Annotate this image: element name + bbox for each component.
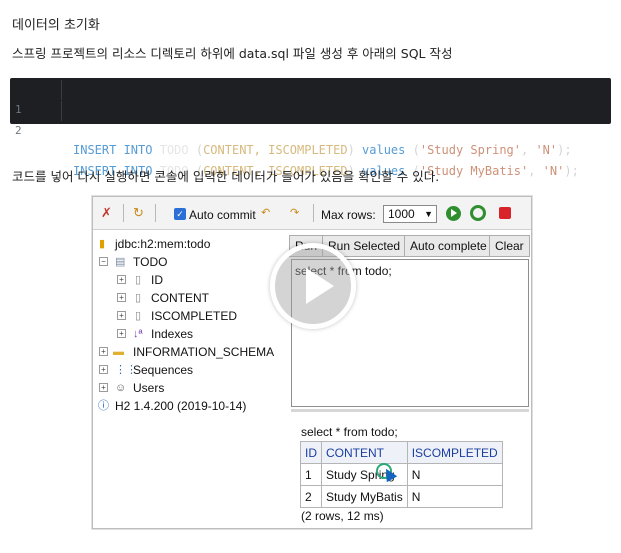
info-icon: ⓘ — [98, 400, 109, 412]
sql-string: 'N' — [535, 143, 558, 157]
table-icon: ▤ — [115, 256, 126, 268]
refresh-icon[interactable]: ↻ — [133, 206, 144, 220]
section-heading: 데이터의 초기화 — [12, 18, 100, 33]
table-cell: 1 — [300, 463, 322, 486]
schema-tree: ▮ jdbc:h2:mem:todo − ▤ TODO + ▯ ID + ▯ C… — [98, 237, 275, 413]
line-number: 2 — [15, 124, 22, 137]
max-rows-select[interactable]: 1000 ▼ — [383, 205, 437, 223]
rollback-icon[interactable]: ↶ — [261, 206, 270, 220]
result-description-text: 코드를 넣어 다시 실행하면 콘솔에 입력한 데이터가 들어가 있음을 확인할 … — [12, 169, 440, 184]
splitter-handle[interactable] — [291, 409, 529, 412]
table-cell: N — [406, 463, 503, 486]
table-cell: 2 — [300, 485, 322, 508]
expand-icon[interactable]: + — [99, 347, 108, 356]
table-row: 2 Study MyBatis N — [300, 485, 503, 508]
max-rows-label: Max rows: — [321, 208, 376, 222]
column-icon: ▯ — [135, 292, 142, 304]
instruction-text: 스프링 프로젝트의 리소스 디렉토리 하위에 data.sql 파일 생성 후 … — [12, 46, 453, 61]
search-icon[interactable] — [470, 205, 486, 221]
code-line: 2 INSERT INTO TODO (CONTENT, ISCOMPLETED… — [10, 101, 611, 178]
run-icon[interactable] — [446, 206, 461, 221]
auto-complete-button[interactable]: Auto complete — [404, 235, 493, 257]
expand-icon[interactable]: + — [117, 329, 126, 338]
column-header: ISCOMPLETED — [406, 441, 503, 464]
column-header: ID — [300, 441, 322, 464]
auto-commit-checkbox[interactable]: ✓ — [174, 208, 186, 220]
sql-columns: CONTENT, ISCOMPLETED — [203, 143, 348, 157]
table-header-row: ID CONTENT ISCOMPLETED — [300, 441, 503, 464]
h2-toolbar: ✗ ↻ ✓ Auto commit ↶ ↷ Max rows: 1000 ▼ — [93, 197, 531, 230]
column-icon: ▯ — [135, 310, 142, 322]
folder-icon: ▬ — [113, 346, 124, 358]
table-row: 1 Study Spring N — [300, 463, 503, 486]
clear-button[interactable]: Clear — [489, 235, 530, 257]
sort-icon: ↓ª — [133, 328, 143, 340]
result-table: ID CONTENT ISCOMPLETED 1 Study Spring N … — [300, 441, 503, 508]
auto-commit-label: Auto commit — [189, 208, 256, 222]
sql-keyword: values — [362, 143, 406, 157]
column-header: CONTENT — [321, 441, 408, 464]
video-play-icon[interactable] — [270, 243, 356, 329]
result-query-text: select * from todo; — [301, 425, 398, 439]
commit-icon[interactable]: ↷ — [290, 206, 299, 220]
collapse-icon[interactable]: − — [99, 257, 108, 266]
expand-icon[interactable]: + — [117, 293, 126, 302]
chevron-down-icon: ▼ — [424, 209, 433, 219]
sql-string: 'Study Spring' — [419, 143, 521, 157]
sql-table: TODO — [159, 143, 189, 157]
result-footer-text: (2 rows, 12 ms) — [301, 509, 384, 523]
expand-icon[interactable]: + — [99, 365, 108, 374]
database-icon: ▮ — [99, 238, 106, 250]
expand-icon[interactable]: + — [117, 275, 126, 284]
expand-icon[interactable]: + — [99, 383, 108, 392]
expand-icon[interactable]: + — [117, 311, 126, 320]
code-block: 1 INSERT INTO TODO (CONTENT, ISCOMPLETED… — [10, 78, 611, 178]
sql-keyword: INSERT INTO — [73, 143, 153, 157]
sql-string: 'N' — [542, 164, 565, 178]
code-line: 1 INSERT INTO TODO (CONTENT, ISCOMPLETED… — [10, 80, 611, 157]
stop-icon[interactable] — [499, 207, 511, 219]
users-icon: ☺ — [115, 382, 127, 394]
disconnect-icon[interactable]: ✗ — [101, 206, 112, 220]
table-cell: N — [406, 485, 503, 508]
table-cell: Study MyBatis — [321, 485, 408, 508]
column-icon: ▯ — [135, 274, 142, 286]
